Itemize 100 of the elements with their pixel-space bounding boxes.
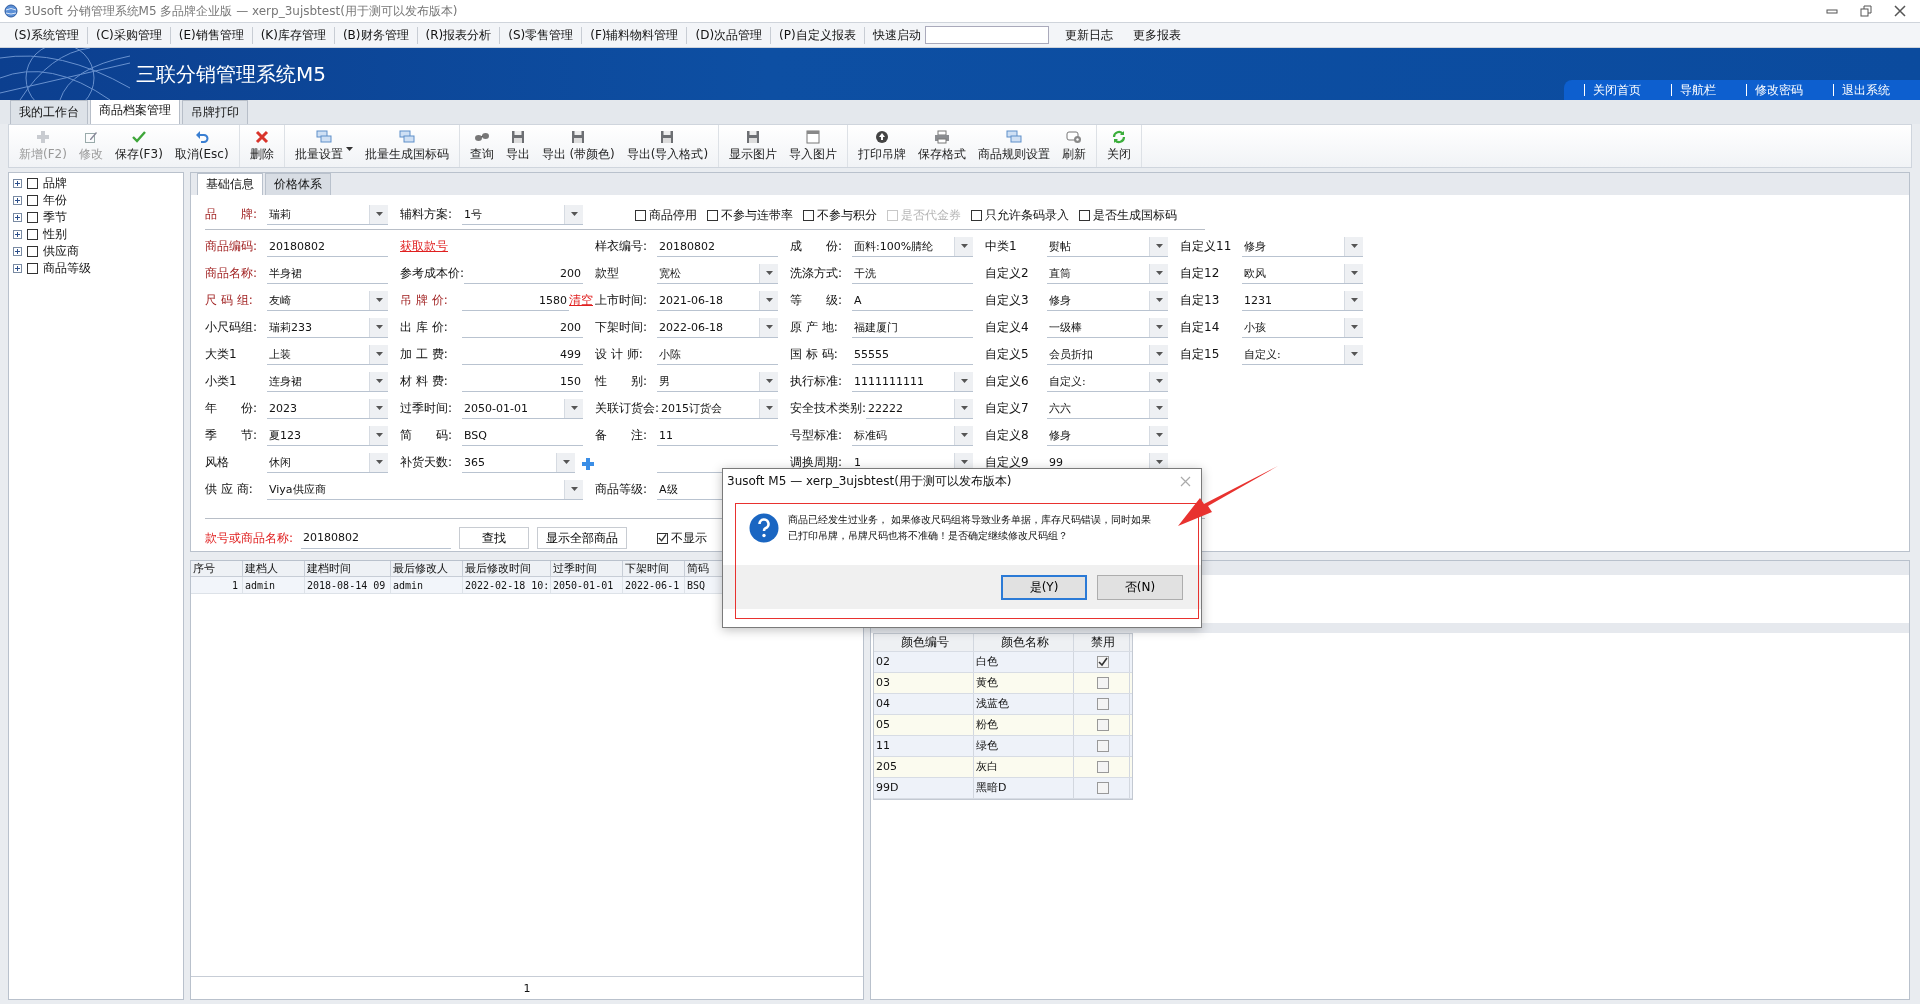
toolbar-button[interactable]: 刷新 [1056, 125, 1093, 167]
checkbox[interactable] [27, 246, 38, 257]
checkbox[interactable] [1096, 782, 1109, 794]
column-header[interactable]: 序号 [191, 561, 243, 577]
expand-icon[interactable] [13, 264, 22, 273]
text-field[interactable]: 小陈 [657, 344, 778, 365]
dropdown-field[interactable]: 连身裙 [267, 371, 388, 392]
dropdown-field[interactable]: 瑞莉233 [267, 317, 388, 338]
text-field[interactable]: 55555 [852, 344, 973, 365]
toolbar-button[interactable]: 查询 [463, 125, 500, 167]
dropdown-field[interactable]: 一级棒 [1047, 317, 1168, 338]
tab[interactable]: 商品档案管理 [90, 98, 180, 124]
column-header[interactable]: 下架时间 [623, 561, 685, 577]
toolbar-button[interactable]: 导入图片 [783, 125, 844, 167]
header-link[interactable]: 修改密码 [1746, 84, 1833, 96]
expand-icon[interactable] [13, 196, 22, 205]
checkbox[interactable] [1096, 740, 1109, 752]
dropdown-field[interactable]: Viya供应商 [267, 479, 583, 500]
dropdown-field[interactable]: 自定义: [1242, 344, 1363, 365]
dropdown-field[interactable]: 休闲 [267, 452, 388, 473]
expand-icon[interactable] [13, 179, 22, 188]
tree-item[interactable]: 季节 [43, 209, 67, 226]
text-field[interactable]: 20180802 [657, 236, 778, 257]
column-header[interactable]: 禁用 [1074, 634, 1130, 651]
menu-item[interactable]: 更新日志 [1054, 26, 1123, 44]
toolbar-button[interactable]: 保存(F3) [108, 125, 169, 167]
text-field[interactable]: 200 [464, 263, 583, 284]
tab[interactable]: 价格体系 [265, 173, 331, 195]
dropdown-field[interactable]: 2021-06-18 [657, 290, 778, 311]
toolbar-button[interactable]: 导出 [499, 125, 536, 167]
toolbar-button[interactable]: 导出(导入格式) [620, 125, 715, 167]
text-field[interactable]: 20180802 [267, 236, 388, 257]
toolbar-button[interactable]: 批量生成国标码 [358, 125, 455, 167]
dropdown-field[interactable]: 修身 [1242, 236, 1363, 257]
tab[interactable]: 吊牌打印 [182, 100, 248, 124]
column-header[interactable]: 过季时间 [551, 561, 623, 577]
menu-item[interactable]: (E)销售管理 [170, 26, 253, 44]
menu-item[interactable]: (R)报表分析 [417, 26, 501, 44]
toolbar-button[interactable]: 关闭 [1101, 125, 1138, 167]
header-link[interactable]: 导航栏 [1671, 84, 1746, 96]
text-field[interactable]: 1580 [462, 290, 569, 311]
dialog-button[interactable]: 否(N) [1097, 574, 1183, 600]
toolbar-button[interactable]: 打印吊牌 [852, 125, 913, 167]
text-field[interactable]: 11 [657, 425, 778, 446]
column-header[interactable]: 颜色编号 [874, 634, 974, 651]
toolbar-button[interactable]: 批量设置 [288, 125, 359, 167]
quick-launch-field[interactable] [924, 26, 1049, 44]
text-field[interactable]: 499 [462, 344, 583, 365]
dropdown-field[interactable]: 1231 [1242, 290, 1363, 311]
dropdown-field[interactable]: 修身 [1047, 290, 1168, 311]
dropdown-field[interactable]: 标准码 [852, 425, 973, 446]
toolbar-button[interactable]: 导出 (带颜色) [535, 125, 621, 167]
restore-icon[interactable] [1860, 5, 1872, 17]
dropdown-field[interactable]: 2022-06-18 [657, 317, 778, 338]
dropdown-field[interactable]: 修身 [1047, 425, 1168, 446]
dropdown-field[interactable]: 宽松 [657, 263, 778, 284]
checkbox[interactable] [27, 195, 38, 206]
dropdown-field[interactable]: 365 [462, 452, 575, 473]
menu-item[interactable]: (P)自定义报表 [771, 26, 865, 44]
menu-item[interactable]: (F)辅料物料管理 [582, 26, 688, 44]
dropdown-field[interactable]: 夏123 [267, 425, 388, 446]
dropdown-field[interactable]: 22222 [866, 398, 973, 419]
text-field[interactable]: 150 [462, 371, 583, 392]
header-link[interactable]: 关闭首页 [1584, 84, 1671, 96]
dropdown-field[interactable]: 男 [657, 371, 778, 392]
menu-item[interactable]: 更多报表 [1122, 26, 1191, 44]
search-button[interactable]: 显示全部商品 [537, 527, 628, 549]
dropdown-field[interactable]: 2023 [267, 398, 388, 419]
dropdown-field[interactable]: 小孩 [1242, 317, 1363, 338]
dropdown-field[interactable]: 面料:100%腈纶 [852, 236, 973, 257]
tree-item[interactable]: 年份 [43, 192, 67, 209]
text-field[interactable]: 福建厦门 [852, 317, 973, 338]
dialog-button[interactable]: 是(Y) [1001, 574, 1087, 600]
tree-item[interactable]: 性别 [43, 226, 67, 243]
dropdown-field[interactable]: 瑞莉 [267, 204, 388, 225]
text-field[interactable]: A [852, 290, 973, 311]
dropdown-field[interactable]: 1号 [462, 204, 583, 225]
text-field[interactable]: 干洗 [852, 263, 973, 284]
tree-item[interactable]: 品牌 [43, 175, 67, 192]
column-header[interactable]: 颜色名称 [974, 634, 1074, 651]
toolbar-button[interactable]: 显示图片 [723, 125, 784, 167]
checkbox[interactable] [27, 263, 38, 274]
expand-icon[interactable] [13, 230, 22, 239]
search-field[interactable]: 20180802 [301, 527, 452, 549]
dropdown-field[interactable]: 2015订货会 [659, 398, 778, 419]
checkbox[interactable]: 商品停用 [635, 206, 697, 224]
dropdown-field[interactable]: 六六 [1047, 398, 1168, 419]
dropdown-field[interactable]: 熨帖 [1047, 236, 1168, 257]
menu-item[interactable]: (B)财务管理 [334, 26, 418, 44]
checkbox[interactable] [27, 178, 38, 189]
dropdown-field[interactable]: 2050-01-01 [462, 398, 583, 419]
checkbox[interactable]: 不参与连带率 [707, 206, 793, 224]
menu-item[interactable]: (K)库存管理 [252, 26, 335, 44]
toolbar-button[interactable]: 取消(Esc) [168, 125, 235, 167]
checkbox[interactable]: 不显示 [657, 529, 708, 547]
close-icon[interactable] [1894, 5, 1906, 17]
header-link[interactable]: 退出系统 [1833, 84, 1920, 96]
menu-item[interactable]: (D)次品管理 [687, 26, 772, 44]
column-header[interactable]: 最后修改时间 [463, 561, 551, 577]
dropdown-field[interactable]: 自定义: [1047, 371, 1168, 392]
